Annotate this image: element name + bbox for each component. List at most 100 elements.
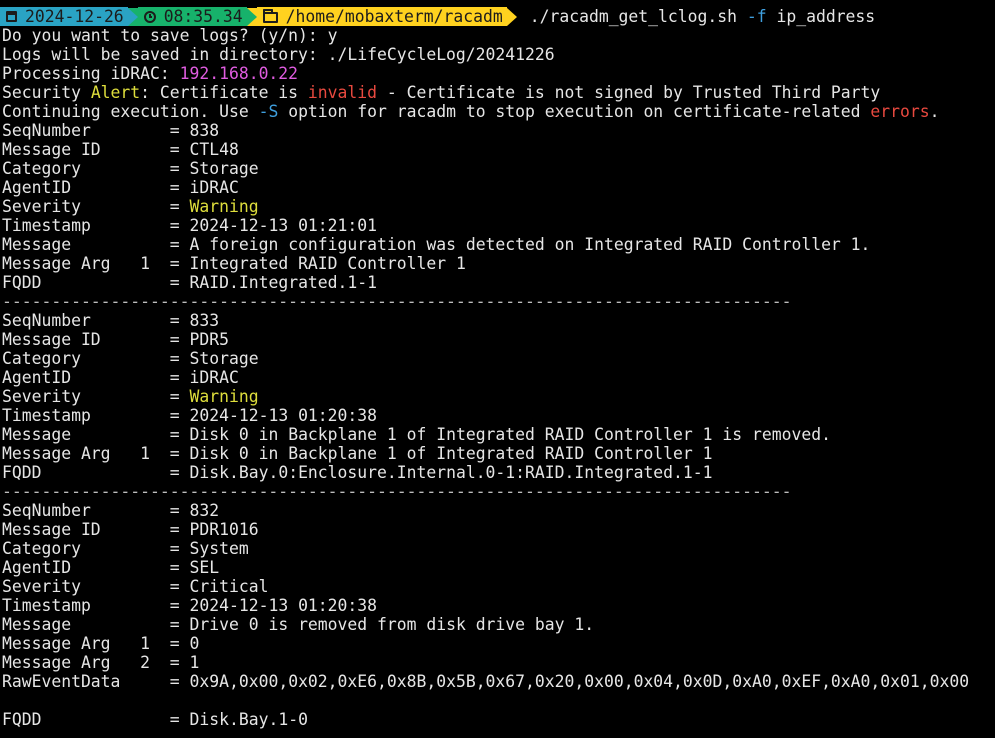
log-field-row: FQDD = Disk.Bay.1-0 [2,710,308,729]
field-key: Timestamp [2,596,170,615]
field-value: Warning [189,387,259,406]
powerline-arrow-icon [246,7,257,26]
field-key: FQDD [2,710,170,729]
security-text: - Certificate is not signed by Trusted T… [377,83,881,102]
field-key: Message [2,235,170,254]
log-field-row: Category = Storage [2,159,259,178]
field-value: Disk.Bay.0:Enclosure.Internal.0-1:RAID.I… [189,463,713,482]
field-key: SeqNumber [2,121,170,140]
field-key: SeqNumber [2,501,170,520]
log-field-row: FQDD = RAID.Integrated.1-1 [2,273,378,292]
errors-word: errors [870,102,930,121]
command-flag: -f [746,7,767,26]
log-field-row: Severity = Warning [2,197,259,216]
log-field-row: Message Arg 1 = Disk 0 in Backplane 1 of… [2,444,713,463]
field-key: Message [2,615,170,634]
log-field-row: Timestamp = 2024-12-13 01:20:38 [2,596,378,615]
continuing-execution-line: Continuing execution. Use -S option for … [2,102,995,121]
field-key: Message Arg 1 [2,634,170,653]
log-field-row: Severity = Critical [2,577,269,596]
security-text: : Certificate is [140,83,308,102]
field-key: Severity [2,387,170,406]
command-line[interactable]: ./racadm_get_lclog.sh -f ip_address [530,7,875,26]
save-directory-message: Logs will be saved in directory: ./LifeC… [2,45,555,64]
field-value: RAID.Integrated.1-1 [189,273,378,292]
security-alert-line: Security Alert: Certificate is invalid -… [2,83,995,102]
field-value: Critical [189,577,269,596]
log-field-row: Message Arg 1 = Integrated RAID Controll… [2,254,466,273]
prompt-path-segment: /home/mobaxterm/racadm [256,7,507,26]
field-key: Message ID [2,520,170,539]
clock-icon [143,10,156,23]
log-field-row: Message ID = PDR1016 [2,520,259,539]
folder-icon [262,9,278,23]
log-field-row: SeqNumber = 832 [2,501,220,520]
field-key: Severity [2,577,170,596]
log-field-row: Timestamp = 2024-12-13 01:21:01 [2,216,378,235]
record-separator: ----------------------------------------… [2,292,792,311]
log-field-row: Message = Drive 0 is removed from disk d… [2,615,595,634]
prompt-date-segment: 2024-12-26 [0,7,128,26]
log-field-row: Message Arg 1 = 0 [2,634,200,653]
processing-idrac-line: Processing iDRAC: 192.168.0.22 [2,64,995,83]
field-value: Integrated RAID Controller 1 [189,254,466,273]
field-value: Drive 0 is removed from disk drive bay 1… [189,615,595,634]
save-logs-question: Do you want to save logs? (y/n): y [2,26,338,45]
field-value: 0x9A,0x00,0x02,0xE6,0x8B,0x5B,0x67,0x20,… [189,672,970,691]
log-records: SeqNumber = 838 Message ID = CTL48 Categor… [2,121,995,729]
field-key: SeqNumber [2,311,170,330]
field-key: Timestamp [2,406,170,425]
prompt-time: 08:35.34 [163,7,243,26]
powerline-arrow-icon [506,7,517,26]
field-value: Storage [189,349,259,368]
continuing-text: option for racadm to stop execution on c… [278,102,871,121]
alert-word: Alert [90,83,141,102]
field-key: Category [2,159,170,178]
log-field-row: AgentID = SEL [2,558,220,577]
invalid-word: invalid [307,83,377,102]
command-name: ./racadm_get_lclog.sh [529,7,737,26]
log-field-row: FQDD = Disk.Bay.0:Enclosure.Internal.0-1… [2,463,713,482]
field-value: 1 [189,653,200,672]
stop-option-flag: -S [258,102,279,121]
log-field-row: AgentID = iDRAC [2,368,239,387]
field-key: Message ID [2,140,170,159]
log-field-row: Message = Disk 0 in Backplane 1 of Integ… [2,425,831,444]
field-value: System [189,539,249,558]
log-field-row: Timestamp = 2024-12-13 01:20:38 [2,406,378,425]
field-value: 2024-12-13 01:21:01 [189,216,378,235]
terminal-window[interactable]: 2024-12-26 08:35.34 /home/mobaxterm/raca… [0,7,995,729]
field-key: Timestamp [2,216,170,235]
field-value: A foreign configuration was detected on … [189,235,871,254]
field-key: Category [2,349,170,368]
field-value: 838 [189,121,220,140]
calendar-icon [6,11,17,22]
field-value: Disk 0 in Backplane 1 of Integrated RAID… [189,444,713,463]
field-value: CTL48 [189,140,239,159]
field-key: Message Arg 1 [2,444,170,463]
log-field-row: Message = A foreign configuration was de… [2,235,871,254]
field-key: AgentID [2,368,170,387]
field-value: 0 [189,634,200,653]
continuing-text: Continuing execution. Use [2,102,259,121]
log-field-row: AgentID = iDRAC [2,178,239,197]
field-value: Disk.Bay.1-0 [189,710,308,729]
field-key: FQDD [2,273,170,292]
field-value: 2024-12-13 01:20:38 [189,406,378,425]
log-field-row: Category = Storage [2,349,259,368]
idrac-ip-address: 192.168.0.22 [179,64,299,83]
log-field-row: Category = System [2,539,249,558]
field-key: Message [2,425,170,444]
field-value: iDRAC [189,178,239,197]
field-value: Warning [189,197,259,216]
field-key: Message Arg 2 [2,653,170,672]
prompt-time-segment: 08:35.34 [137,7,247,26]
field-value: Storage [189,159,259,178]
field-key: AgentID [2,558,170,577]
field-key: FQDD [2,463,170,482]
log-field-row: Message Arg 2 = 1 [2,653,200,672]
log-field-row: SeqNumber = 838 [2,121,220,140]
field-value: Disk 0 in Backplane 1 of Integrated RAID… [189,425,831,444]
log-field-row: Message ID = CTL48 [2,140,239,159]
